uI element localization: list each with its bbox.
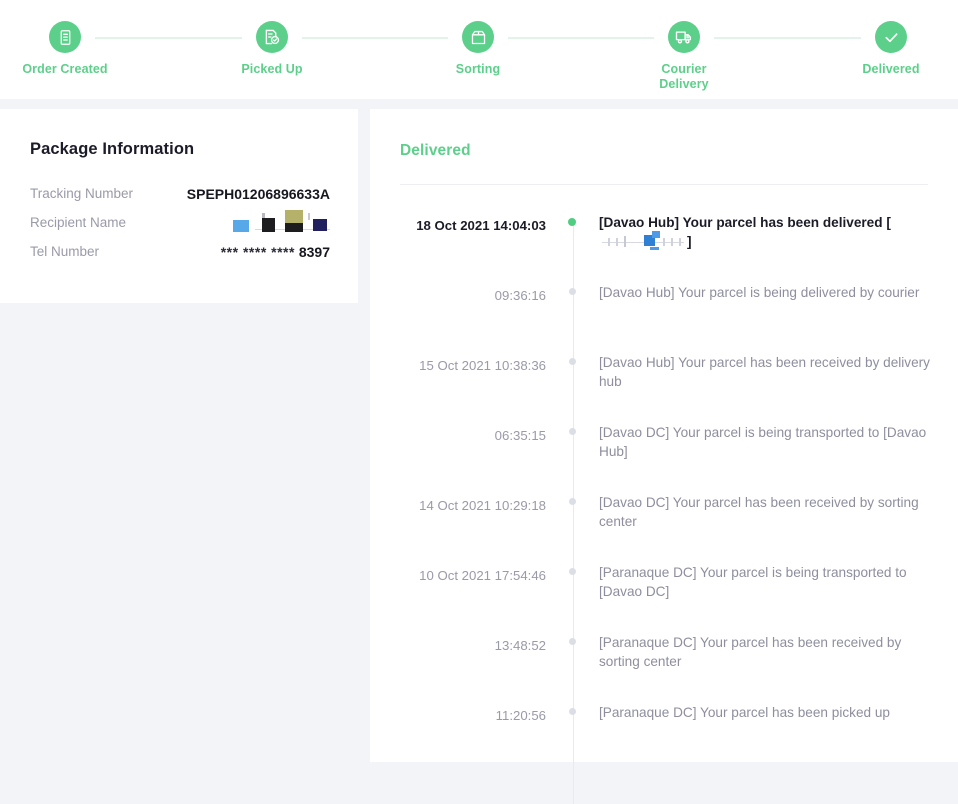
tracking-event-text-main: [Paranaque DC] Your parcel has been rece… <box>599 635 902 669</box>
tracking-event-time: 10 Oct 2021 17:54:46 <box>419 568 546 583</box>
tracking-event-text-main: [Davao Hub] Your parcel has been deliver… <box>599 215 891 230</box>
tracking-event-text-main: [Davao DC] Your parcel is being transpor… <box>599 425 927 459</box>
progress-stepper: Order Created Picked Up Sorting Courier Del… <box>0 0 958 99</box>
tracking-event-text: [Davao Hub] Your parcel has been deliver… <box>599 204 958 251</box>
tel-number-mask: *** **** **** <box>220 244 295 260</box>
tracking-event-time: 14 Oct 2021 10:29:18 <box>419 498 546 513</box>
progress-stepper-header: Order Created Picked Up Sorting Courier Del… <box>0 0 958 109</box>
tracking-event-item: 18 Oct 2021 14:04:03 [Davao Hub] Your par… <box>370 204 958 274</box>
package-row-tel-number: Tel Number *** **** **** 8397 <box>30 242 330 271</box>
package-information-rows: Tracking Number SPEPH01206896633A Recipi… <box>30 184 330 271</box>
step-label: Order Created <box>22 62 108 76</box>
package-information-title: Package Information <box>30 140 195 158</box>
timeline-dot-icon <box>569 638 576 645</box>
tracking-event-text-main: [Paranaque DC] Your parcel is being tran… <box>599 565 907 599</box>
recipient-name-label: Recipient Name <box>30 215 127 230</box>
tracking-event-text-main: [Paranaque DC] Your parcel has been pick… <box>599 705 890 720</box>
timeline-axis-line <box>573 220 574 274</box>
timeline-axis-line <box>573 554 574 624</box>
tracking-event-item: 09:36:16 [Davao Hub] Your parcel is being… <box>370 274 958 344</box>
tracking-event-item: 06:35:15 [Davao DC] Your parcel is being … <box>370 414 958 484</box>
tracking-event-time: 13:48:52 <box>494 638 546 653</box>
tracking-event-text-main: [Davao Hub] Your parcel is being deliver… <box>599 285 920 300</box>
timeline-dot-icon <box>569 358 576 365</box>
truck-icon <box>668 21 700 53</box>
tracking-event-text: [Davao DC] Your parcel is being transpor… <box>599 414 958 461</box>
tracking-event-item: 11:20:56 [Paranaque DC] Your parcel has b… <box>370 694 958 804</box>
timeline-axis-line <box>573 484 574 554</box>
tracking-event-time: 11:20:56 <box>495 708 546 723</box>
tracking-event-text-main: [Davao DC] Your parcel has been received… <box>599 495 919 529</box>
tracking-event-time: 06:35:15 <box>494 428 546 443</box>
tracking-status-heading: Delivered <box>400 142 471 159</box>
tracking-event-item: 10 Oct 2021 17:54:46 [Paranaque DC] Your … <box>370 554 958 624</box>
tracking-event-item: 13:48:52 [Paranaque DC] Your parcel has b… <box>370 624 958 694</box>
timeline-axis-line <box>573 624 574 694</box>
tracking-event-text: [Paranaque DC] Your parcel is being tran… <box>599 554 958 601</box>
tel-number-visible-digits: 8397 <box>298 244 330 260</box>
timeline-dot-icon <box>568 218 576 226</box>
step-delivered[interactable]: Delivered <box>826 0 956 77</box>
tracking-event-text: [Paranaque DC] Your parcel has been rece… <box>599 624 958 671</box>
box-icon <box>462 21 494 53</box>
tracking-event-text: [Davao Hub] Your parcel has been receive… <box>599 344 958 391</box>
tel-number-value: *** **** **** 8397 <box>221 242 330 262</box>
check-icon <box>875 21 907 53</box>
step-courier-delivery[interactable]: Courier Delivery <box>619 0 749 92</box>
tracking-event-text: [Davao DC] Your parcel has been received… <box>599 484 958 531</box>
tracking-event-text-main: [Davao Hub] Your parcel has been receive… <box>599 355 930 389</box>
tracking-event-redacted-text <box>600 230 686 250</box>
tracking-event-list: 18 Oct 2021 14:04:03 [Davao Hub] Your par… <box>370 204 958 804</box>
timeline-dot-icon <box>569 708 576 715</box>
timeline-dot-icon <box>569 288 576 295</box>
recipient-name-redacted-value <box>222 210 330 235</box>
package-row-tracking-number: Tracking Number SPEPH01206896633A <box>30 184 330 213</box>
tracking-number-value: SPEPH01206896633A <box>186 186 330 202</box>
timeline-axis-line <box>573 274 574 344</box>
tracking-event-time: 15 Oct 2021 10:38:36 <box>419 358 546 373</box>
tracking-panel-divider <box>400 184 928 185</box>
page-body: Package Information Tracking Number SPEP… <box>0 109 958 804</box>
tracking-event-text-tail: ] <box>687 233 692 249</box>
timeline-dot-icon <box>569 428 576 435</box>
document-icon <box>49 21 81 53</box>
tracking-event-text: [Davao Hub] Your parcel is being deliver… <box>599 274 958 303</box>
tel-number-label: Tel Number <box>30 244 100 259</box>
step-label: Picked Up <box>241 62 303 76</box>
timeline-axis-line <box>573 344 574 414</box>
tracking-timeline-panel: Delivered 18 Oct 2021 14:04:03 [Davao Hub… <box>370 109 958 804</box>
header-divider <box>0 99 958 109</box>
step-label: Courier Delivery <box>659 62 709 91</box>
document-check-icon <box>256 21 288 53</box>
tracking-event-text: [Paranaque DC] Your parcel has been pick… <box>599 694 958 723</box>
timeline-dot-icon <box>569 568 576 575</box>
package-row-recipient-name: Recipient Name <box>30 210 330 242</box>
step-label: Delivered <box>862 62 920 76</box>
step-label: Sorting <box>455 62 501 76</box>
tracking-number-label: Tracking Number <box>30 186 134 201</box>
package-information-card: Package Information Tracking Number SPEP… <box>0 109 358 303</box>
tracking-event-time: 18 Oct 2021 14:04:03 <box>416 218 546 233</box>
timeline-axis-line <box>573 414 574 484</box>
tracking-event-time: 09:36:16 <box>494 288 546 303</box>
tracking-event-item: 15 Oct 2021 10:38:36 [Davao Hub] Your par… <box>370 344 958 414</box>
timeline-dot-icon <box>569 498 576 505</box>
tracking-event-item: 14 Oct 2021 10:29:18 [Davao DC] Your parc… <box>370 484 958 554</box>
